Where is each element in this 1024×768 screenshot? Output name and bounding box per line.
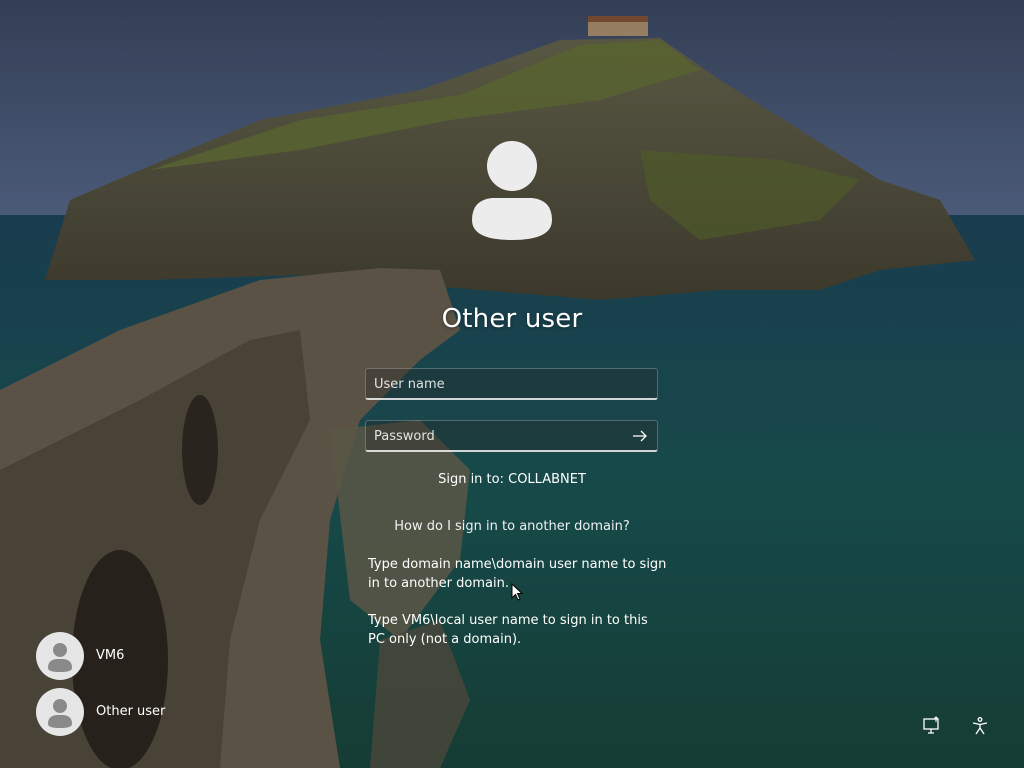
user-name: VM6 bbox=[96, 648, 125, 663]
network-icon[interactable] bbox=[922, 716, 942, 736]
arrow-right-icon[interactable] bbox=[631, 428, 649, 444]
sign-in-domain-label: Sign in to: COLLABNET bbox=[438, 472, 586, 487]
username-field[interactable] bbox=[365, 368, 658, 400]
username-input[interactable] bbox=[374, 369, 624, 399]
user-avatar-icon bbox=[36, 632, 84, 680]
user-avatar-icon bbox=[464, 140, 560, 244]
accessibility-icon[interactable] bbox=[970, 716, 990, 736]
page-title: Other user bbox=[441, 304, 583, 334]
password-input[interactable] bbox=[374, 421, 624, 451]
user-tile-other-user[interactable]: Other user bbox=[36, 688, 236, 736]
mouse-cursor-icon bbox=[511, 583, 523, 601]
password-field[interactable] bbox=[365, 420, 658, 452]
user-name: Other user bbox=[96, 704, 166, 719]
other-domain-help-link[interactable]: How do I sign in to another domain? bbox=[362, 519, 662, 534]
user-tile-vm6[interactable]: VM6 bbox=[36, 632, 236, 680]
user-avatar-icon bbox=[36, 688, 84, 736]
local-help-text: Type VM6\local user name to sign in to t… bbox=[368, 613, 648, 647]
